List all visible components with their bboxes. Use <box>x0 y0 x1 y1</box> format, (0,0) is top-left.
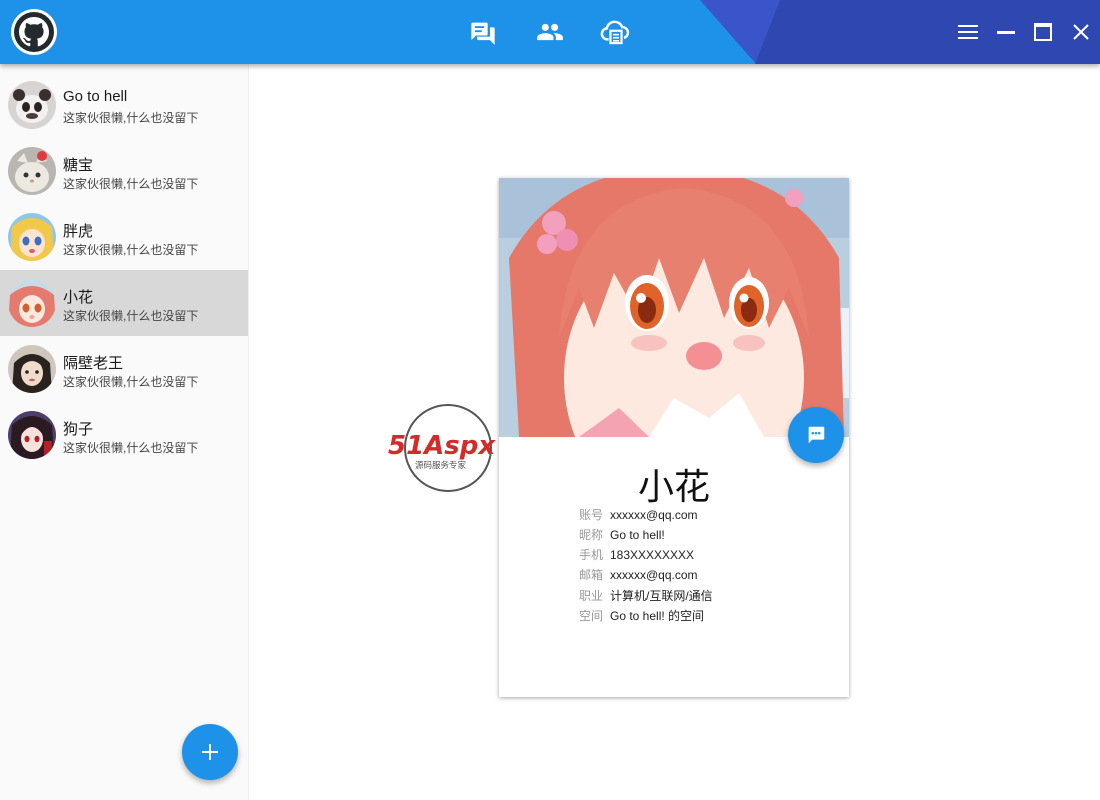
contact-name: 小花 <box>63 289 94 306</box>
contact-item-gouzi[interactable]: 狗子 这家伙很懒,什么也没留下 <box>0 402 248 468</box>
add-contact-button[interactable] <box>182 724 238 780</box>
contact-name: Go to hell <box>63 88 128 105</box>
contact-signature: 这家伙很懒,什么也没留下 <box>63 111 199 125</box>
field-value: Go to hell! 的空间 <box>610 609 705 623</box>
field-value: 计算机/互联网/通信 <box>610 589 713 603</box>
contact-signature: 这家伙很懒,什么也没留下 <box>63 243 199 257</box>
avatar <box>8 213 56 261</box>
watermark-brand: 51Aspx <box>388 431 496 461</box>
menu-button[interactable] <box>953 17 983 47</box>
profile-field-email: 邮箱 xxxxxx@qq.com <box>579 566 698 586</box>
profile-field-occupation: 职业 计算机/互联网/通信 <box>579 587 713 607</box>
contact-item-panghu[interactable]: 胖虎 这家伙很懒,什么也没留下 <box>0 204 248 270</box>
field-value: 183XXXXXXXX <box>610 548 695 562</box>
contact-list: Go to hell 这家伙很懒,什么也没留下 糖宝 这家伙很懒,什么也没留下 <box>0 64 249 800</box>
watermark-slogan: 源码服务专家 <box>415 460 467 471</box>
field-value: xxxxxx@qq.com <box>610 508 698 522</box>
title-bar <box>0 0 1100 64</box>
contact-name: 隔壁老王 <box>63 355 124 372</box>
field-label: 手机 <box>579 548 604 562</box>
field-value: Go to hell! <box>610 528 665 542</box>
field-label: 账号 <box>579 508 604 522</box>
nav-cloud-button[interactable] <box>600 16 632 48</box>
profile-field-space: 空间 Go to hell! 的空间 <box>579 607 704 627</box>
maximize-icon <box>1034 23 1052 41</box>
contact-name: 糖宝 <box>63 157 94 174</box>
field-label: 邮箱 <box>579 568 604 582</box>
profile-card: 小花 账号 xxxxxx@qq.com 昵称 Go to hell! 手机 183XX… <box>499 178 849 697</box>
menu-icon <box>958 25 978 39</box>
contact-item-go-to-hell[interactable]: Go to hell 这家伙很懒,什么也没留下 <box>0 72 248 138</box>
contact-name: 狗子 <box>63 421 94 438</box>
minimize-icon <box>997 31 1015 34</box>
close-icon <box>1073 24 1089 40</box>
profile-cover-image <box>499 178 849 437</box>
contact-name: 胖虎 <box>63 223 94 240</box>
avatar <box>8 147 56 195</box>
field-value: xxxxxx@qq.com <box>610 568 698 582</box>
profile-field-phone: 手机 183XXXXXXXX <box>579 546 694 566</box>
minimize-button[interactable] <box>991 17 1021 47</box>
plus-icon <box>202 744 218 760</box>
contact-signature: 这家伙很懒,什么也没留下 <box>63 177 199 191</box>
message-icon <box>808 426 825 444</box>
field-label: 空间 <box>579 609 604 623</box>
chat-icon <box>471 22 495 45</box>
contact-signature: 这家伙很懒,什么也没留下 <box>63 309 199 323</box>
send-message-button[interactable] <box>788 407 844 463</box>
cloud-icon <box>600 20 630 45</box>
avatar <box>8 81 56 129</box>
user-avatar[interactable] <box>11 9 57 55</box>
contact-signature: 这家伙很懒,什么也没留下 <box>63 441 199 455</box>
contact-item-xiaohua[interactable]: 小花 这家伙很懒,什么也没留下 <box>0 270 248 336</box>
avatar <box>8 345 56 393</box>
field-label: 昵称 <box>579 528 604 542</box>
contact-signature: 这家伙很懒,什么也没留下 <box>63 375 199 389</box>
profile-field-nickname: 昵称 Go to hell! <box>579 526 665 546</box>
contact-item-tangbao[interactable]: 糖宝 这家伙很懒,什么也没留下 <box>0 138 248 204</box>
contacts-icon <box>537 23 563 41</box>
maximize-button[interactable] <box>1028 17 1058 47</box>
nav-contacts-button[interactable] <box>534 16 566 48</box>
avatar <box>8 279 56 327</box>
watermark-logo: 51Aspx 源码服务专家 <box>388 402 512 494</box>
nav-chat-button[interactable] <box>467 16 499 48</box>
avatar <box>8 411 56 459</box>
close-button[interactable] <box>1066 17 1096 47</box>
profile-name: 小花 <box>637 466 710 507</box>
field-label: 职业 <box>579 589 604 603</box>
contact-item-gebi-laowang[interactable]: 隔壁老王 这家伙很懒,什么也没留下 <box>0 336 248 402</box>
github-icon <box>19 17 49 47</box>
profile-field-account: 账号 xxxxxx@qq.com <box>579 506 698 526</box>
